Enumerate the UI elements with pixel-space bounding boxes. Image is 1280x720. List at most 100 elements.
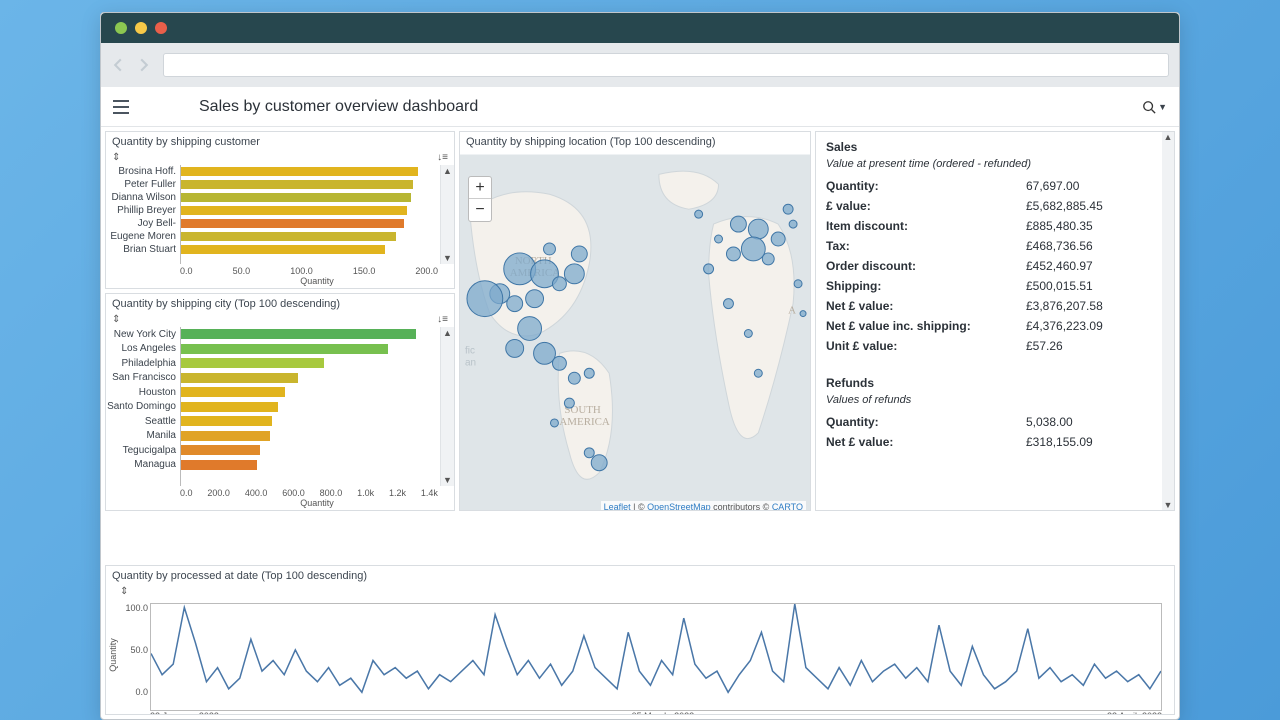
sort-desc-icon[interactable]: ↓≡ bbox=[437, 314, 448, 325]
stat-label: Net £ value: bbox=[826, 299, 1026, 313]
x-tick: 1.2k bbox=[389, 488, 406, 498]
panel-quantity-by-customer: Quantity by shipping customer ⇕ ↓≡ Brosin… bbox=[105, 131, 455, 289]
panel-map: Quantity by shipping location (Top 100 d… bbox=[459, 131, 811, 511]
bar-category-label: Brian Stuart bbox=[106, 243, 180, 256]
stat-row: Tax:£468,736.56 bbox=[826, 236, 1164, 256]
x-axis-label: Quantity bbox=[106, 498, 454, 510]
bar-row bbox=[181, 191, 424, 204]
stat-value: £885,480.35 bbox=[1026, 219, 1093, 233]
panel-title: Quantity by shipping location (Top 100 d… bbox=[460, 132, 810, 152]
forward-icon[interactable] bbox=[137, 58, 151, 72]
stat-row: Order discount:£452,460.97 bbox=[826, 256, 1164, 276]
svg-text:fic: fic bbox=[465, 345, 475, 356]
stat-value: £318,155.09 bbox=[1026, 435, 1093, 449]
map-canvas[interactable]: NORTH AMERICA SOUTH AMERICA A fic an bbox=[460, 152, 810, 511]
bar[interactable] bbox=[181, 416, 272, 426]
bar[interactable] bbox=[181, 460, 257, 470]
zoom-out-button[interactable]: − bbox=[469, 199, 491, 221]
x-tick: 150.0 bbox=[353, 266, 376, 276]
bar[interactable] bbox=[181, 206, 407, 215]
bar-row bbox=[181, 443, 424, 458]
scrollbar[interactable]: ▲▼ bbox=[440, 327, 454, 486]
bar[interactable] bbox=[181, 219, 404, 228]
sort-icon[interactable]: ⇕ bbox=[112, 152, 120, 163]
bar-category-label: Brosina Hoff. bbox=[106, 165, 180, 178]
carto-link[interactable]: CARTO bbox=[772, 502, 803, 511]
stat-value: £452,460.97 bbox=[1026, 259, 1093, 273]
bar-row bbox=[181, 371, 424, 386]
bar-row bbox=[181, 165, 424, 178]
x-tick: 100.0 bbox=[290, 266, 313, 276]
sort-icon[interactable]: ⇕ bbox=[120, 586, 128, 597]
bar[interactable] bbox=[181, 387, 285, 397]
page-header: Sales by customer overview dashboard ▼ bbox=[101, 87, 1179, 127]
bar-category-label: Philadelphia bbox=[106, 356, 180, 371]
bar-category-label: Manila bbox=[106, 429, 180, 444]
browser-toolbar bbox=[101, 43, 1179, 87]
scrollbar[interactable]: ▲▼ bbox=[440, 165, 454, 264]
bar[interactable] bbox=[181, 232, 396, 241]
y-axis-label: Quantity bbox=[108, 638, 118, 672]
panel-title: Quantity by shipping customer bbox=[106, 132, 454, 152]
dashboard-content: Quantity by shipping customer ⇕ ↓≡ Brosin… bbox=[101, 127, 1179, 565]
bar[interactable] bbox=[181, 193, 411, 202]
leaflet-link[interactable]: Leaflet bbox=[604, 502, 631, 511]
bar-category-label: New York City bbox=[106, 327, 180, 342]
stat-row: Net £ value:£318,155.09 bbox=[826, 432, 1164, 452]
page-title: Sales by customer overview dashboard bbox=[199, 98, 478, 116]
bar[interactable] bbox=[181, 329, 416, 339]
bar-row bbox=[181, 217, 424, 230]
bar-row bbox=[181, 458, 424, 473]
y-tick: 100.0 bbox=[120, 603, 148, 613]
bar-category-label: San Francisco bbox=[106, 371, 180, 386]
stat-row: £ value:£5,682,885.45 bbox=[826, 196, 1164, 216]
y-tick: 0.0 bbox=[120, 687, 148, 697]
bar-category-label: Seattle bbox=[106, 414, 180, 429]
stat-label: £ value: bbox=[826, 199, 1026, 213]
bar[interactable] bbox=[181, 358, 324, 368]
bar-category-label: Eugene Moren bbox=[106, 230, 180, 243]
bar-row bbox=[181, 178, 424, 191]
menu-icon[interactable] bbox=[113, 100, 129, 114]
sort-icon[interactable]: ⇕ bbox=[112, 314, 120, 325]
bar-row bbox=[181, 204, 424, 217]
titlebar bbox=[101, 13, 1179, 43]
stat-row: Shipping:£500,015.51 bbox=[826, 276, 1164, 296]
bar-row bbox=[181, 243, 424, 256]
bar[interactable] bbox=[181, 431, 270, 441]
bar[interactable] bbox=[181, 373, 298, 383]
stat-row: Item discount:£885,480.35 bbox=[826, 216, 1164, 236]
stat-value: £500,015.51 bbox=[1026, 279, 1093, 293]
sales-heading: Sales bbox=[826, 140, 1164, 154]
x-tick: 0.0 bbox=[180, 266, 193, 276]
sort-desc-icon[interactable]: ↓≡ bbox=[437, 152, 448, 163]
search-dropdown[interactable]: ▼ bbox=[1142, 100, 1167, 114]
stat-value: 67,697.00 bbox=[1026, 179, 1079, 193]
back-icon[interactable] bbox=[111, 58, 125, 72]
zoom-in-button[interactable]: + bbox=[469, 177, 491, 199]
svg-text:AMERICA: AMERICA bbox=[559, 416, 609, 428]
bar-row bbox=[181, 327, 424, 342]
bar[interactable] bbox=[181, 167, 418, 176]
bar[interactable] bbox=[181, 180, 413, 189]
address-bar[interactable] bbox=[163, 53, 1169, 77]
bar[interactable] bbox=[181, 245, 385, 254]
stat-row: Unit £ value:£57.26 bbox=[826, 336, 1164, 356]
bar[interactable] bbox=[181, 445, 260, 455]
window-close-dot[interactable] bbox=[115, 22, 127, 34]
stat-label: Shipping: bbox=[826, 279, 1026, 293]
stat-row: Quantity:5,038.00 bbox=[826, 412, 1164, 432]
bar-category-label: Joy Bell- bbox=[106, 217, 180, 230]
bar[interactable] bbox=[181, 344, 388, 354]
stat-label: Order discount: bbox=[826, 259, 1026, 273]
scrollbar[interactable]: ▲▼ bbox=[1162, 132, 1174, 510]
stat-row: Quantity:67,697.00 bbox=[826, 176, 1164, 196]
x-tick: 200.0 bbox=[415, 266, 438, 276]
bar-category-label: Phillip Breyer bbox=[106, 204, 180, 217]
window-min-dot[interactable] bbox=[135, 22, 147, 34]
osm-link[interactable]: OpenStreetMap bbox=[647, 502, 711, 511]
bar[interactable] bbox=[181, 402, 278, 412]
window-max-dot[interactable] bbox=[155, 22, 167, 34]
sales-subtitle: Value at present time (ordered - refunde… bbox=[826, 158, 1164, 170]
x-tick: 600.0 bbox=[282, 488, 305, 498]
